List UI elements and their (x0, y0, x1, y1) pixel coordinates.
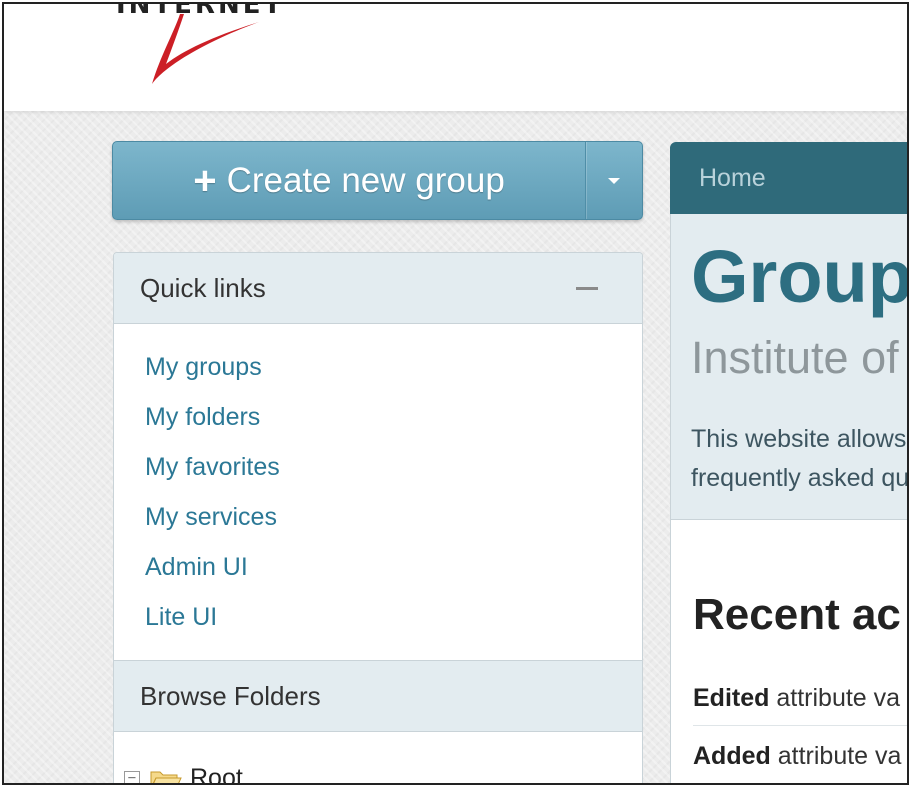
quick-links-list: My groups My folders My favorites My ser… (114, 324, 642, 661)
create-group-dropdown-toggle[interactable] (585, 142, 642, 219)
folder-open-icon (150, 771, 182, 783)
quick-link-my-folders[interactable]: My folders (145, 400, 642, 450)
top-header: INTERNET® (4, 4, 907, 111)
caret-down-icon (608, 177, 620, 184)
quick-link-admin-ui[interactable]: Admin UI (145, 550, 642, 600)
registered-mark: ® (284, 4, 294, 6)
tree-node-root[interactable]: − Root (114, 732, 642, 783)
page-title: Groupe (691, 235, 909, 318)
minus-icon[interactable] (576, 286, 598, 290)
activity-item: Edited attribute va (693, 670, 907, 726)
recent-activity-heading: Recent ac (693, 590, 901, 639)
main-content: Recent ac Edited attribute va Added attr… (670, 520, 907, 783)
activity-action: Added (693, 742, 771, 770)
browse-folders-header: Browse Folders (114, 661, 642, 732)
quick-link-my-favorites[interactable]: My favorites (145, 450, 642, 500)
breadcrumb-home[interactable]: Home (699, 164, 766, 193)
welcome-hero: Groupe Institute of This website allows … (670, 214, 909, 520)
tree-node-label[interactable]: Root (190, 764, 243, 783)
sidebar-panel: Quick links My groups My folders My favo… (113, 252, 643, 783)
quick-links-header: Quick links (114, 253, 642, 324)
activity-text: attribute va (776, 684, 901, 712)
plus-icon: + (193, 158, 217, 203)
create-new-group-label: Create new group (226, 160, 505, 200)
browse-folders-title: Browse Folders (140, 680, 321, 711)
description-line: This website allows (691, 425, 907, 453)
quick-links-title: Quick links (140, 272, 266, 303)
collapse-toggle-icon[interactable]: − (124, 770, 140, 783)
create-new-group-split-button: + Create new group (112, 141, 643, 220)
description-line: frequently asked qu (691, 464, 909, 492)
page-description: This website allows frequently asked qu (691, 420, 909, 498)
quick-link-my-services[interactable]: My services (145, 500, 642, 550)
activity-item: Added attribute va (693, 728, 907, 783)
create-new-group-button[interactable]: + Create new group (113, 142, 585, 219)
quick-link-my-groups[interactable]: My groups (145, 350, 642, 400)
quick-link-lite-ui[interactable]: Lite UI (145, 600, 642, 650)
activity-text: attribute va (777, 742, 902, 770)
logo-swoosh-icon (152, 14, 259, 84)
breadcrumb: Home (670, 142, 907, 214)
activity-action: Edited (693, 684, 770, 712)
browser-viewport: INTERNET® + Create new group Quick links… (2, 2, 909, 785)
page-subtitle: Institute of (691, 332, 899, 383)
